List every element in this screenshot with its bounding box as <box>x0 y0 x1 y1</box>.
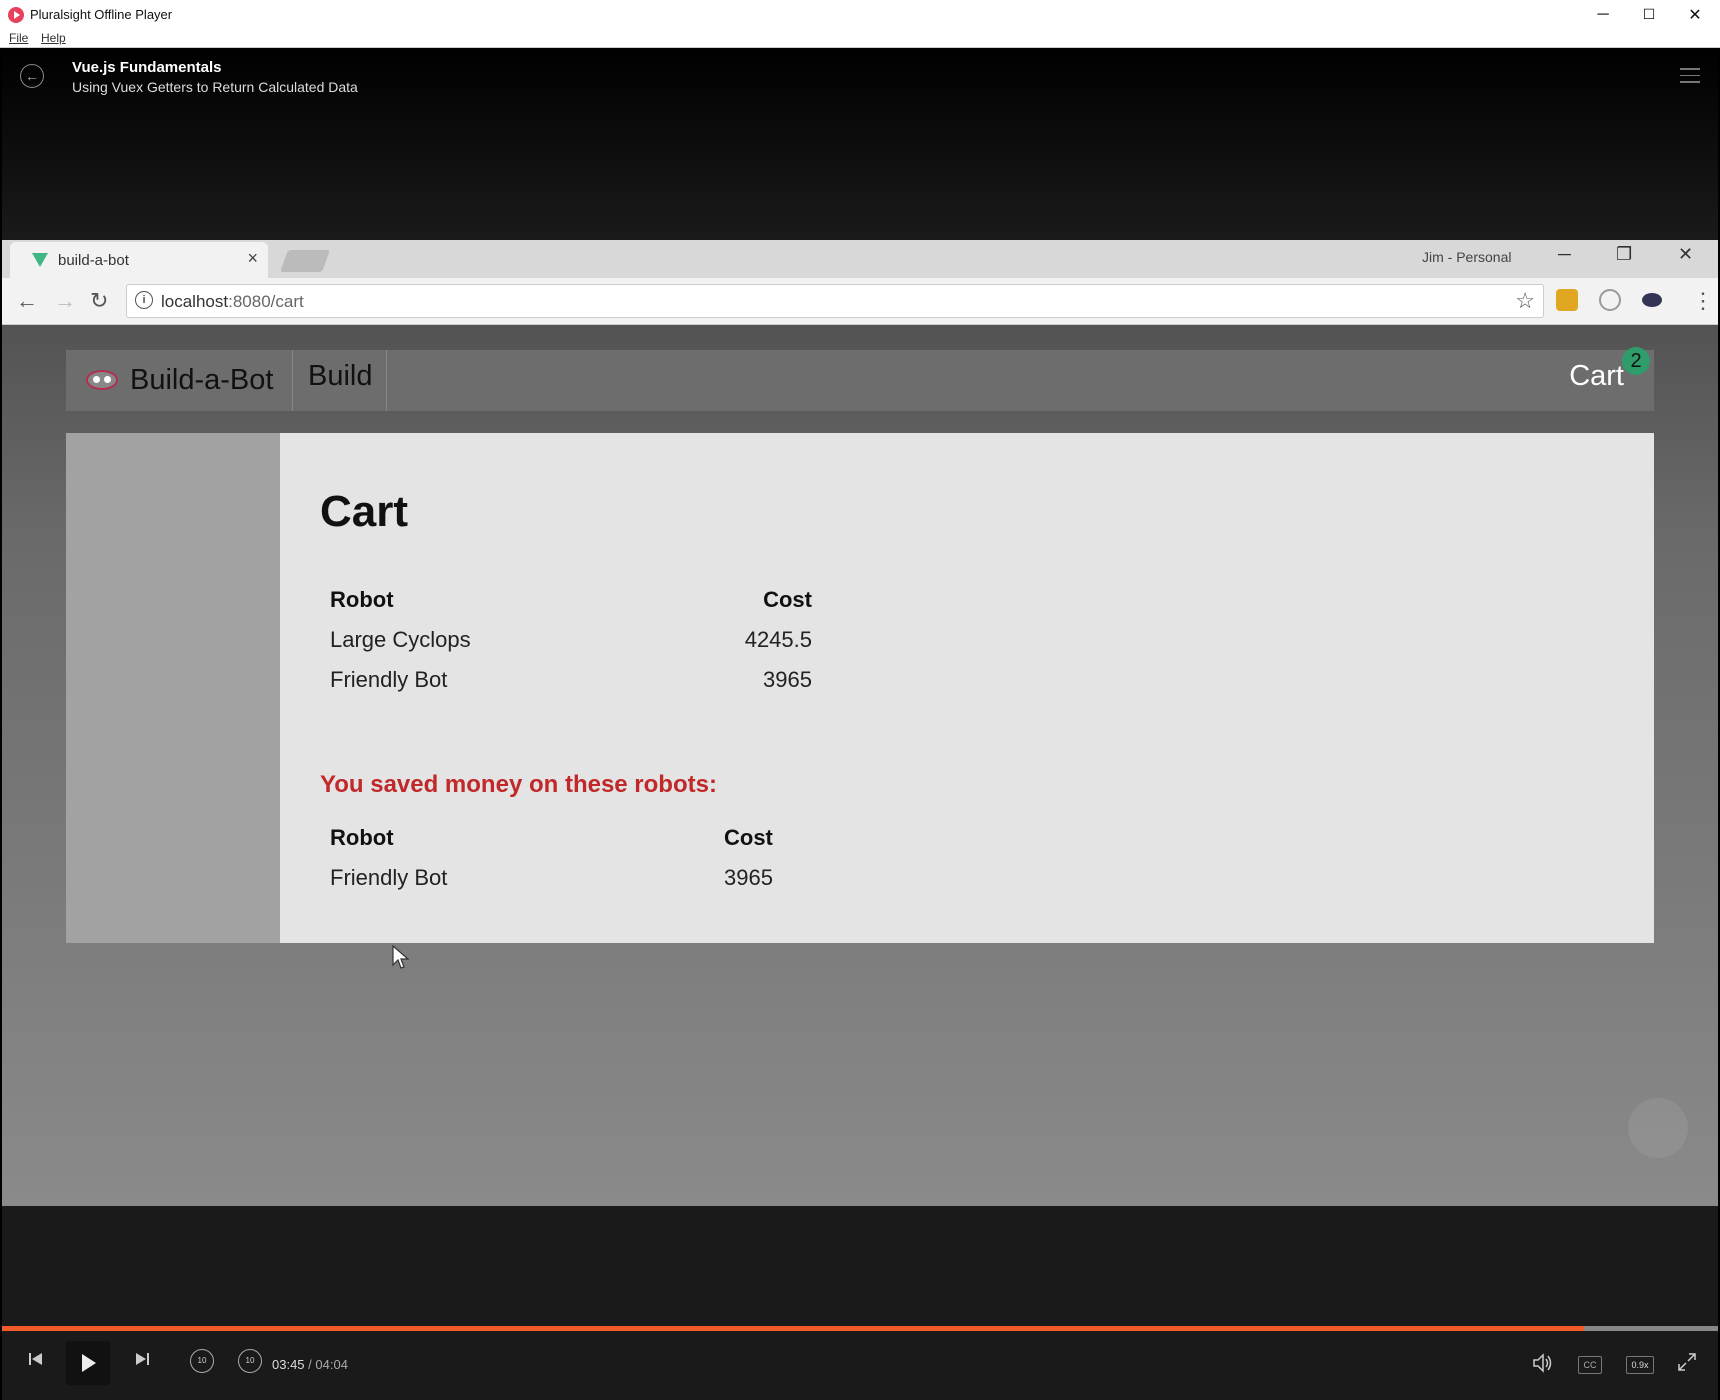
column-header-cost: Cost <box>763 587 812 612</box>
nav-build-link: Build <box>308 360 373 392</box>
menu-help[interactable]: Help <box>41 31 66 45</box>
table-header-row: Robot Cost <box>330 825 812 865</box>
url-host: localhost <box>161 292 229 311</box>
tab-title: build-a-bot <box>58 252 129 269</box>
browser-tab-strip: build-a-bot × Jim - Personal ─ ❐ ✕ <box>2 240 1718 278</box>
browser-forward-icon: → <box>54 288 76 313</box>
table-of-contents-icon[interactable] <box>1680 68 1700 88</box>
player-header: ← Vue.js Fundamentals Using Vuex Getters… <box>2 48 1718 240</box>
close-button[interactable]: ✕ <box>1672 0 1718 29</box>
savings-table: Robot Cost Friendly Bot 3965 <box>330 825 812 905</box>
tab-close-icon: × <box>247 248 258 268</box>
play-overlay-icon <box>1628 1098 1688 1158</box>
previous-clip-icon[interactable] <box>28 1351 44 1367</box>
player-footer-spacer <box>2 1206 1718 1326</box>
robot-name: Large Cyclops <box>330 627 471 652</box>
time-separator: / <box>308 1357 312 1372</box>
table-row: Friendly Bot 3965 <box>330 865 812 905</box>
closed-captions-button[interactable]: CC <box>1578 1356 1602 1374</box>
browser-toolbar: ← → ↻ i localhost:8080/cart ☆ ⋮ <box>2 278 1718 325</box>
forward-10-icon[interactable]: 10 <box>238 1349 262 1373</box>
minimize-button[interactable]: ─ <box>1580 0 1626 29</box>
browser-minimize-icon: ─ <box>1558 244 1571 264</box>
playback-speed-button[interactable]: 0.9x <box>1626 1356 1654 1374</box>
play-button[interactable] <box>66 1341 110 1385</box>
table-row: Large Cyclops 4245.5 <box>330 627 812 667</box>
url-path: :8080/cart <box>228 292 304 311</box>
browser-menu-icon: ⋮ <box>1692 288 1714 313</box>
player-controls: 10 10 03:45 / 04:04 CC 0.9x <box>2 1331 1718 1400</box>
menu-bar: File Help <box>0 29 1720 48</box>
back-arrow-icon[interactable]: ← <box>20 64 44 88</box>
robot-name: Friendly Bot <box>330 865 448 890</box>
browser-close-icon: ✕ <box>1678 244 1694 264</box>
new-tab-button <box>279 250 331 272</box>
savings-heading: You saved money on these robots: <box>320 771 717 798</box>
next-clip-icon[interactable] <box>134 1351 150 1367</box>
robot-cost: 3965 <box>763 667 812 692</box>
browser-profile-name: Jim - Personal <box>1422 249 1512 265</box>
current-time: 03:45 <box>272 1357 305 1372</box>
pluralsight-logo-icon <box>8 7 24 23</box>
maximize-button[interactable]: ☐ <box>1626 0 1672 29</box>
extension-devtools-icon <box>1599 289 1621 311</box>
robot-cost: 3965 <box>724 865 773 890</box>
cart-table: Robot Cost Large Cyclops 4245.5 Friendly… <box>330 587 812 707</box>
column-header-robot: Robot <box>330 825 394 850</box>
cart-content: Cart Robot Cost Large Cyclops 4245.5 Fri… <box>280 433 1654 943</box>
nav-divider <box>386 350 387 411</box>
cart-count-badge: 2 <box>1622 347 1650 375</box>
video-frame[interactable]: build-a-bot × Jim - Personal ─ ❐ ✕ ← → ↻… <box>2 240 1718 1206</box>
browser-back-icon: ← <box>16 288 38 313</box>
nav-cart-link: Cart <box>1569 360 1624 392</box>
fullscreen-icon[interactable] <box>1678 1353 1696 1371</box>
volume-icon[interactable] <box>1532 1353 1554 1373</box>
site-nav-bar: Build-a-Bot Build Cart 2 <box>66 347 1654 411</box>
course-title: Vue.js Fundamentals <box>72 59 222 76</box>
vue-logo-icon <box>32 253 48 267</box>
web-page: Build-a-Bot Build Cart 2 Cart Robot Cost… <box>2 325 1718 1206</box>
address-bar: i localhost:8080/cart ☆ <box>126 284 1544 318</box>
app-titlebar: Pluralsight Offline Player ─ ☐ ✕ <box>0 0 1720 30</box>
brand: Build-a-Bot <box>82 350 273 411</box>
nav-divider <box>292 350 293 411</box>
extension-icon <box>1556 289 1578 311</box>
browser-restore-icon: ❐ <box>1616 244 1633 264</box>
brand-name: Build-a-Bot <box>130 364 274 396</box>
site-info-icon: i <box>135 291 153 309</box>
browser-reload-icon: ↻ <box>90 288 109 313</box>
robot-name: Friendly Bot <box>330 667 448 692</box>
rewind-10-icon[interactable]: 10 <box>190 1349 214 1373</box>
column-header-cost: Cost <box>724 825 773 850</box>
time-display: 03:45 / 04:04 <box>272 1357 348 1372</box>
table-row: Friendly Bot 3965 <box>330 667 812 707</box>
menu-file[interactable]: File <box>9 31 28 45</box>
robot-cost: 4245.5 <box>744 627 812 652</box>
window-title: Pluralsight Offline Player <box>30 7 173 22</box>
clip-title: Using Vuex Getters to Return Calculated … <box>72 79 358 95</box>
browser-tab: build-a-bot × <box>10 242 268 278</box>
mouse-cursor-icon <box>392 945 410 969</box>
page-title: Cart <box>320 487 409 536</box>
table-header-row: Robot Cost <box>330 587 812 627</box>
robot-logo-icon <box>82 366 122 396</box>
extension-eye-icon <box>1642 293 1662 307</box>
column-header-robot: Robot <box>330 587 394 612</box>
bookmark-star-icon: ☆ <box>1515 288 1535 313</box>
page-sidebar <box>66 433 280 943</box>
total-time: 04:04 <box>315 1357 348 1372</box>
play-icon <box>82 1354 96 1372</box>
